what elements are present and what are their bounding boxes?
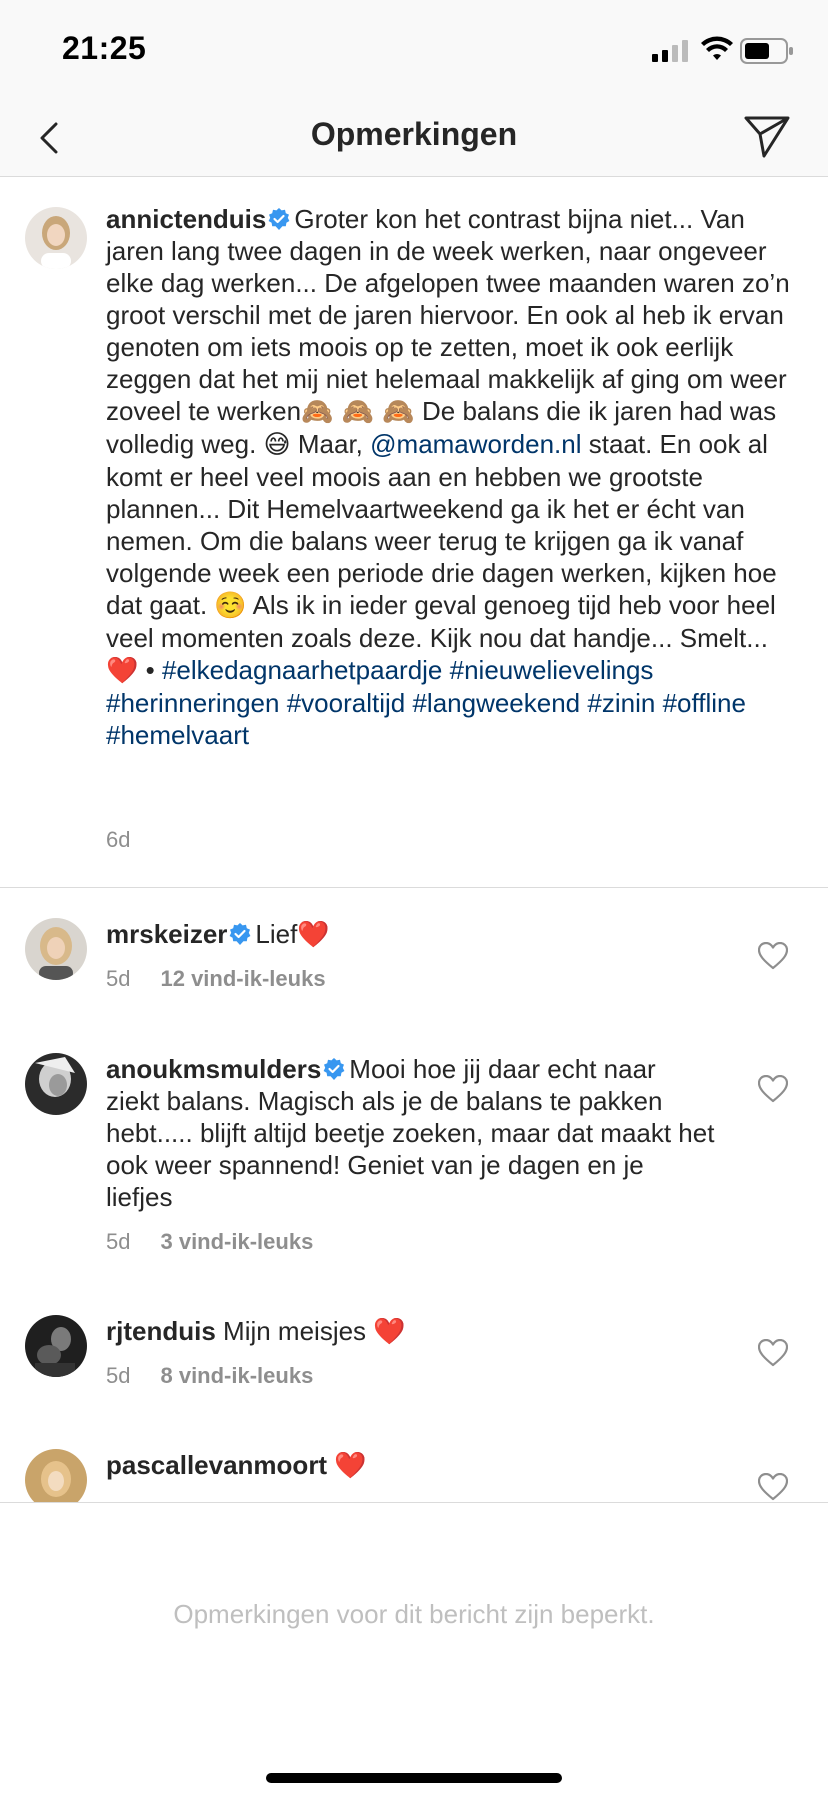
comment-body: Lief (255, 919, 298, 949)
comment-likes[interactable]: 8 vind-ik-leuks (160, 1363, 313, 1388)
hashtag-link[interactable]: #herinneringen (106, 688, 279, 718)
restricted-notice: Opmerkingen voor dit bericht zijn beperk… (173, 1599, 655, 1629)
caption-text: annictenduis Groter kon het contrast bijn… (106, 203, 806, 751)
paper-plane-icon[interactable] (738, 108, 794, 164)
comment-username[interactable]: mrskeizer (106, 919, 227, 949)
hashtag-link[interactable]: #offline (663, 688, 746, 718)
hashtag-link[interactable]: #langweekend (412, 688, 580, 718)
comment-text: mrskeizer Lief❤️ (106, 918, 716, 951)
comment-username[interactable]: rjtenduis (106, 1316, 216, 1346)
post-caption: annictenduis Groter kon het contrast bijn… (0, 177, 828, 888)
comment-username[interactable]: anoukmsmulders (106, 1054, 321, 1084)
caption-body-3: Maar, (290, 429, 371, 459)
red-heart-emoji: ❤️ (334, 1451, 367, 1481)
comment-text: rjtenduis Mijn meisjes ❤️ (106, 1315, 716, 1348)
caption-timestamp: 6d (106, 827, 131, 852)
hashtag-link[interactable]: #hemelvaart (106, 720, 249, 750)
verified-badge-icon (268, 208, 290, 230)
hashtag-link[interactable]: #nieuwelievelings (450, 655, 654, 685)
caption-username[interactable]: annictenduis (106, 204, 266, 234)
wifi-icon (701, 36, 733, 60)
comment-meta: 5d 12 vind-ik-leuks (106, 966, 326, 992)
caption-body-6: • (138, 655, 162, 685)
relaxed-emoji: ☺️ (214, 591, 247, 621)
avatar[interactable] (25, 1053, 87, 1115)
comment-timestamp: 5d (106, 966, 131, 991)
heart-icon[interactable] (758, 942, 788, 970)
comment-username[interactable]: pascallevanmoort (106, 1450, 327, 1480)
red-heart-emoji: ❤️ (373, 1317, 406, 1347)
heart-icon[interactable] (758, 1473, 788, 1501)
comment-text: anoukmsmulders Mooi hoe jij daar echt naa… (106, 1053, 716, 1213)
comment-body: Mijn meisjes (223, 1316, 374, 1346)
nav-bar: Opmerkingen (0, 100, 828, 177)
avatar[interactable] (25, 918, 87, 980)
red-heart-emoji: ❤️ (297, 920, 330, 950)
comment-meta: 5d 8 vind-ik-leuks (106, 1363, 313, 1389)
battery-icon (740, 38, 793, 64)
page-title: Opmerkingen (310, 116, 518, 152)
comment-meta: 5d 3 vind-ik-leuks (106, 1229, 313, 1255)
mention-link[interactable]: @mamaworden.nl (370, 429, 581, 459)
comment-timestamp: 5d (106, 1229, 131, 1254)
hashtag-link[interactable]: #zinin (587, 688, 655, 718)
status-time: 21:25 (62, 30, 147, 66)
status-bar: 21:25 (0, 0, 828, 100)
verified-badge-icon (230, 923, 251, 945)
comment-likes[interactable]: 12 vind-ik-leuks (160, 966, 325, 991)
comment-text: pascallevanmoort ❤️ (106, 1449, 716, 1482)
caption-body-1: Groter kon het contrast bijna niet... Va… (106, 204, 790, 426)
hashtag-link[interactable]: #vooraltijd (287, 688, 406, 718)
comments-restricted-footer: Opmerkingen voor dit bericht zijn beperk… (0, 1502, 828, 1793)
avatar[interactable] (25, 1315, 87, 1377)
red-heart-emoji: ❤️ (106, 656, 139, 686)
cellular-signal-icon (652, 40, 688, 62)
home-indicator[interactable] (266, 1773, 562, 1783)
hashtag-link[interactable]: #elkedagnaarhetpaardje (162, 655, 442, 685)
heart-icon[interactable] (758, 1339, 788, 1367)
see-no-evil-monkey-emoji: 🙈 🙈 🙈 (301, 397, 415, 427)
verified-badge-icon (323, 1058, 345, 1080)
sweat-smile-emoji: 😅 (263, 430, 291, 460)
comment-timestamp: 5d (106, 1363, 131, 1388)
avatar[interactable] (25, 207, 87, 269)
comment-likes[interactable]: 3 vind-ik-leuks (160, 1229, 313, 1254)
heart-icon[interactable] (758, 1075, 788, 1103)
